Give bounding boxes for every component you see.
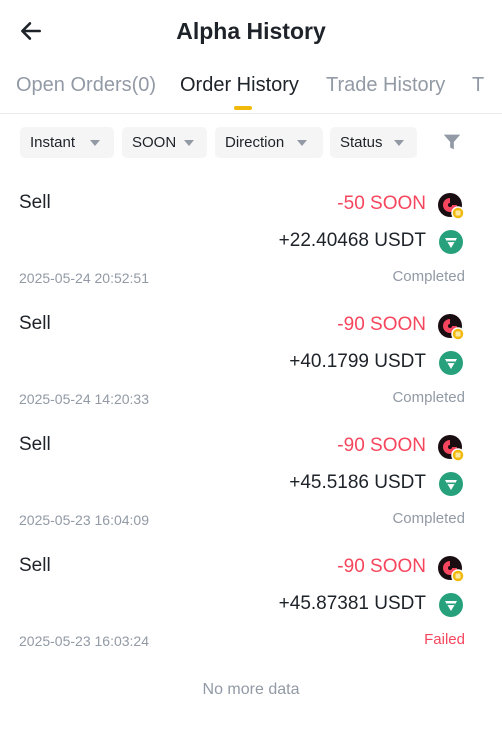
- divider: [0, 113, 502, 114]
- tab-trade-history[interactable]: Trade History: [326, 74, 445, 97]
- usdt-icon: [439, 230, 463, 254]
- tab-open-orders[interactable]: Open Orders(0): [16, 74, 156, 97]
- receive-amount: +45.5186 USDT: [289, 472, 426, 493]
- tab-bar: Open Orders(0) Order History Trade Histo…: [0, 72, 502, 112]
- filter-bar: Instant SOON Direction Status: [0, 127, 502, 159]
- receive-amount: +45.87381 USDT: [278, 593, 426, 614]
- funnel-icon[interactable]: [441, 131, 463, 153]
- status-label: Completed: [392, 268, 465, 285]
- tab-overflow[interactable]: T: [472, 74, 484, 97]
- filter-direction[interactable]: Direction: [215, 127, 323, 158]
- receive-amount: +22.40468 USDT: [278, 230, 426, 251]
- sell-amount: -90 SOON: [337, 435, 426, 456]
- soon-coin-icon: [438, 556, 465, 583]
- active-tab-indicator: [234, 106, 252, 110]
- order-row[interactable]: Sell -50 SOON +22.40468 USDT 2025-05-24 …: [0, 192, 502, 302]
- sell-amount: -50 SOON: [337, 193, 426, 214]
- receive-amount: +40.1799 USDT: [289, 351, 426, 372]
- tab-order-history[interactable]: Order History: [180, 74, 299, 97]
- page-title: Alpha History: [176, 18, 326, 44]
- soon-coin-icon: [438, 314, 465, 341]
- caret-down-icon: [394, 140, 404, 146]
- caret-down-icon: [90, 140, 100, 146]
- status-label: Completed: [392, 389, 465, 406]
- filter-status[interactable]: Status: [330, 127, 417, 158]
- order-time: 2025-05-24 20:52:51: [19, 270, 149, 286]
- order-row[interactable]: Sell -90 SOON +40.1799 USDT 2025-05-24 1…: [0, 313, 502, 423]
- order-time: 2025-05-24 14:20:33: [19, 391, 149, 407]
- order-row[interactable]: Sell -90 SOON +45.87381 USDT 2025-05-23 …: [0, 555, 502, 665]
- filter-instant-label: Instant: [30, 134, 76, 151]
- caret-down-icon: [297, 140, 307, 146]
- usdt-icon: [439, 351, 463, 375]
- caret-down-icon: [184, 140, 194, 146]
- sell-amount: -90 SOON: [337, 314, 426, 335]
- soon-coin-icon: [438, 193, 465, 220]
- order-side: Sell: [19, 434, 51, 455]
- header: Alpha History: [0, 0, 502, 64]
- filter-instant[interactable]: Instant: [20, 127, 114, 158]
- filter-token[interactable]: SOON: [122, 127, 207, 158]
- filter-direction-label: Direction: [225, 134, 285, 151]
- status-label: Completed: [392, 510, 465, 527]
- order-side: Sell: [19, 313, 51, 334]
- status-label: Failed: [424, 631, 465, 648]
- order-time: 2025-05-23 16:03:24: [19, 633, 149, 649]
- filter-token-label: SOON: [132, 134, 177, 151]
- usdt-icon: [439, 472, 463, 496]
- soon-coin-icon: [438, 435, 465, 462]
- order-side: Sell: [19, 555, 51, 576]
- order-row[interactable]: Sell -90 SOON +45.5186 USDT 2025-05-23 1…: [0, 434, 502, 544]
- usdt-icon: [439, 593, 463, 617]
- filter-status-label: Status: [340, 134, 383, 151]
- sell-amount: -90 SOON: [337, 556, 426, 577]
- order-side: Sell: [19, 192, 51, 213]
- no-more-data: No more data: [202, 681, 300, 698]
- order-time: 2025-05-23 16:04:09: [19, 512, 149, 528]
